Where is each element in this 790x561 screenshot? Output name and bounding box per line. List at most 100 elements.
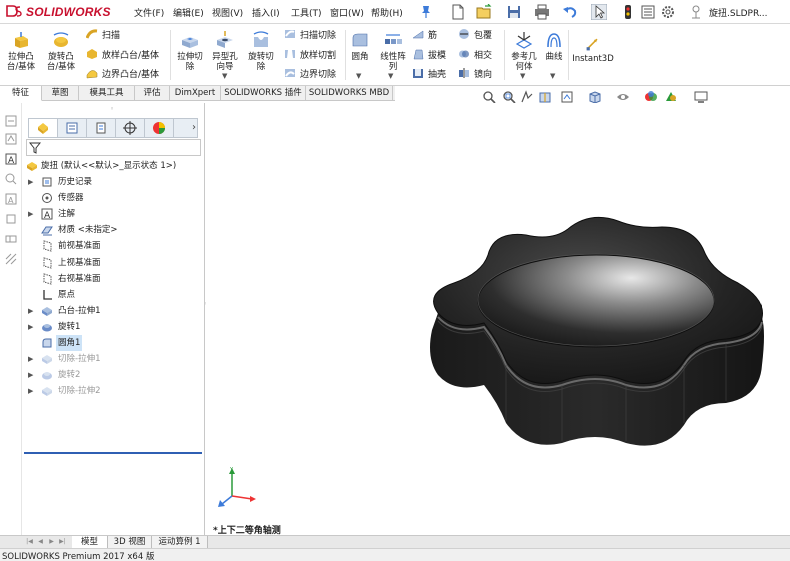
last-tab-nav[interactable]: ▶| [57,537,68,547]
linear-pattern-dropdown[interactable]: ▼ [388,72,393,80]
rib-button[interactable]: 筋 [412,28,437,42]
extrude-boss-button[interactable]: 拉伸凸 台/基体 [4,30,38,72]
fillet-button[interactable]: 圆角 [348,30,372,62]
rebuild-icon[interactable] [620,4,636,20]
smart-dimension-icon[interactable] [5,115,17,127]
rollback-bar[interactable] [24,452,202,454]
instant3d-button[interactable]: Instant3D [571,36,615,64]
tab-dimxpert[interactable]: DimXpert [170,86,221,101]
mirror-button[interactable]: 镜向 [458,67,492,81]
feature-tree-filter[interactable] [26,139,201,156]
sweep-button[interactable]: 扫描 [86,28,120,42]
menu-insert[interactable]: 插入(I) [252,6,280,19]
undo-icon[interactable] [562,4,578,20]
expand-arrow-icon[interactable]: ▶ [28,206,33,222]
panel-tabs-scroll-right[interactable]: › [192,122,196,133]
revolve-boss-button[interactable]: 旋转凸 台/基体 [44,30,78,72]
model-knob-3d[interactable] [206,103,790,540]
tab-dimxpert-manager[interactable] [116,119,145,137]
tab-configuration-manager[interactable] [87,119,116,137]
new-document-icon[interactable] [450,4,466,20]
hide-show-items-icon[interactable] [644,90,658,104]
command-manager-tabs: 特征 草图 模具工具 评估 DimXpert SOLIDWORKS 插件 SOL… [0,86,395,101]
expand-arrow-icon[interactable]: ▶ [28,319,33,335]
pin-icon[interactable] [420,5,432,19]
wrap-button[interactable]: 包覆 [458,28,492,42]
tab-property-manager[interactable] [58,119,87,137]
linear-pattern-button[interactable]: 线性阵 列 [376,30,410,72]
tab-display-manager[interactable] [145,119,174,137]
intersect-button[interactable]: 相交 [458,48,492,62]
text-annotation-icon[interactable]: A [5,153,17,165]
next-tab-nav[interactable]: ▶ [46,537,57,547]
view-orientation-icon[interactable] [588,90,602,104]
open-folder-icon[interactable] [476,4,492,20]
menu-help[interactable]: 帮助(H) [371,6,403,19]
file-properties-icon[interactable] [640,4,656,20]
hole-wizard-dropdown[interactable]: ▼ [222,72,227,80]
panel-collapse-handle[interactable]: ◦ [110,105,114,113]
expand-arrow-icon[interactable]: ▶ [28,174,33,190]
select-arrow-icon[interactable] [591,4,607,20]
shell-button[interactable]: 抽壳 [412,67,446,81]
view-settings-icon[interactable] [694,90,708,104]
tab-evaluate[interactable]: 评估 [135,86,170,101]
datum-feature-icon[interactable] [5,213,17,225]
previous-view-icon[interactable] [520,90,534,104]
edit-appearance-icon[interactable] [664,90,678,104]
section-view-icon[interactable] [538,90,552,104]
curves-button[interactable]: 曲线 [542,30,566,62]
balloon-icon[interactable] [5,173,17,185]
expand-arrow-icon[interactable]: ▶ [28,383,33,399]
boundary-cut-button[interactable]: 边界切除 [284,67,336,81]
menu-window[interactable]: 窗口(W) [330,6,364,19]
tab-3d-view[interactable]: 3D 视图 [108,536,152,548]
tab-motion-study[interactable]: 运动算例 1 [152,536,208,548]
tab-solidworks-mbd[interactable]: SOLIDWORKS MBD [306,86,393,101]
geometric-tolerance-icon[interactable] [5,233,17,245]
dynamic-annotation-icon[interactable] [560,90,574,104]
curves-dropdown[interactable]: ▼ [550,72,555,80]
menu-tools[interactable]: 工具(T) [291,6,322,19]
zoom-to-fit-icon[interactable] [482,90,496,104]
menu-file[interactable]: 文件(F) [134,6,164,19]
hatch-icon[interactable] [5,253,17,265]
tab-model[interactable]: 模型 [72,536,108,548]
tab-solidworks-addins[interactable]: SOLIDWORKS 插件 [221,86,306,101]
revolve-cut-button[interactable]: 旋转切 除 [244,30,278,72]
loft-boss-button[interactable]: 放样凸台/基体 [86,48,159,62]
surface-finish-icon[interactable]: A [5,193,17,205]
first-tab-nav[interactable]: |◀ [24,537,35,547]
graphics-area[interactable] [206,103,790,540]
expand-arrow-icon[interactable]: ▶ [28,367,33,383]
display-style-icon[interactable] [616,90,630,104]
tab-features[interactable]: 特征 [0,86,42,101]
print-icon[interactable] [534,4,550,20]
search-part-icon[interactable] [688,4,704,20]
intersect-icon [459,50,469,58]
menu-view[interactable]: 视图(V) [212,6,243,19]
reference-geometry-button[interactable]: 参考几 何体 [508,30,540,72]
boundary-boss-icon [86,70,98,79]
draft-icon [413,49,424,60]
loft-cut-button[interactable]: 放样切割 [284,48,336,62]
draft-button[interactable]: 拔模 [412,48,446,62]
tab-feature-manager[interactable] [29,119,58,137]
fillet-dropdown[interactable]: ▼ [356,72,361,80]
zoom-area-icon[interactable] [502,90,516,104]
expand-arrow-icon[interactable]: ▶ [28,351,33,367]
tab-sketch[interactable]: 草图 [42,86,79,101]
solidworks-logo[interactable]: SOLIDWORKS [6,3,118,21]
expand-arrow-icon[interactable]: ▶ [28,303,33,319]
note-icon[interactable] [5,133,17,145]
hole-wizard-button[interactable]: 异型孔 向导 [208,30,242,72]
boundary-boss-button[interactable]: 边界凸台/基体 [86,67,159,81]
sweep-cut-button[interactable]: 扫描切除 [284,28,336,42]
prev-tab-nav[interactable]: ◀ [35,537,46,547]
reference-geometry-dropdown[interactable]: ▼ [520,72,525,80]
options-gear-icon[interactable] [660,4,676,20]
tab-mold-tools[interactable]: 模具工具 [79,86,135,101]
save-icon[interactable] [506,4,522,20]
extrude-cut-button[interactable]: 拉伸切 除 [174,30,206,72]
menu-edit[interactable]: 编辑(E) [173,6,204,19]
